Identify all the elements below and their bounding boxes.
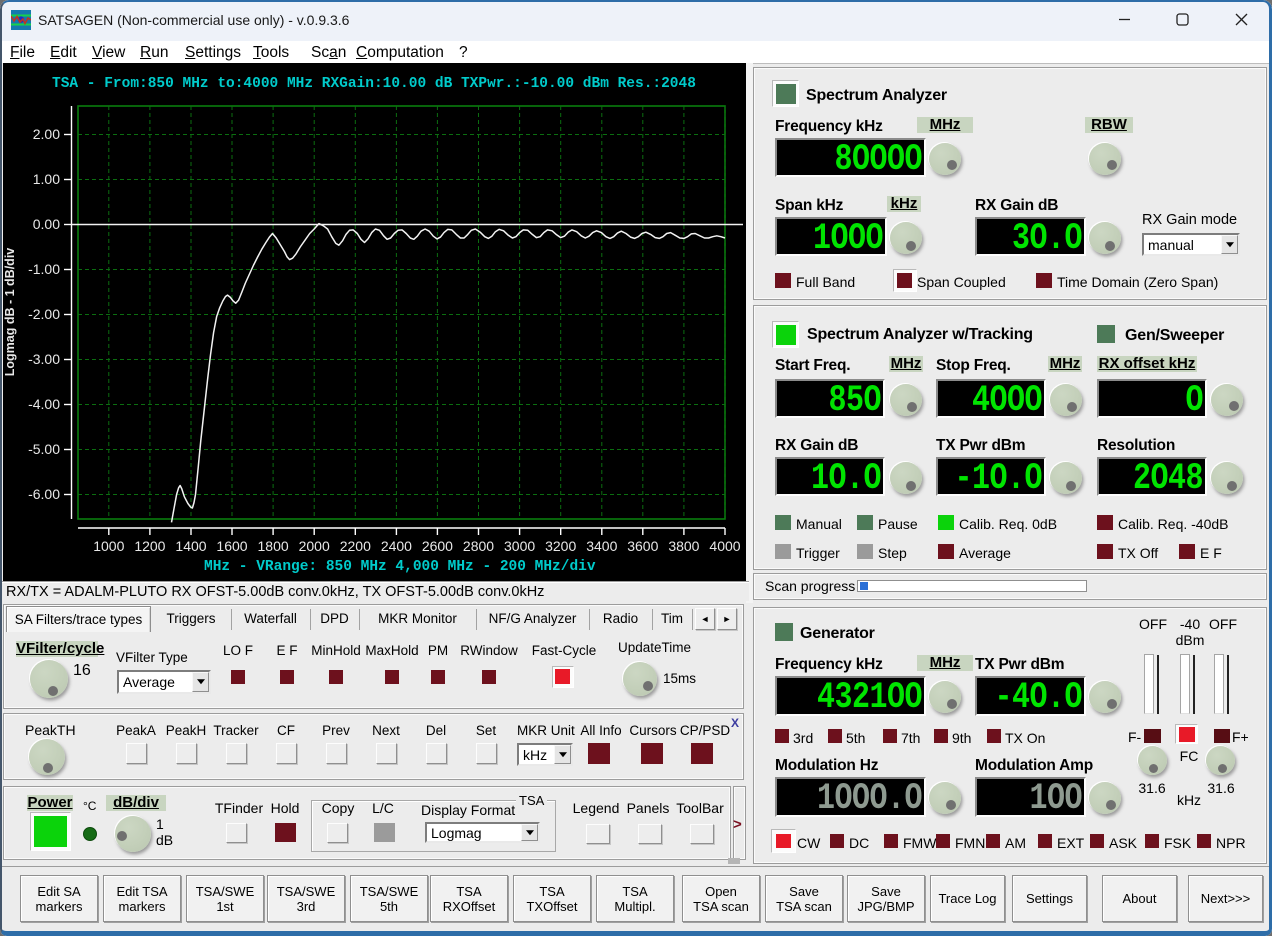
svg-text:0.00: 0.00: [33, 216, 60, 232]
svg-text:4000: 4000: [709, 538, 740, 554]
svg-text:2.00: 2.00: [33, 126, 60, 142]
svg-text:MHz - VRange: 850 MHz 4,000 MH: MHz - VRange: 850 MHz 4,000 MHz - 200 MH…: [204, 559, 596, 575]
svg-text:2600: 2600: [422, 538, 453, 554]
svg-text:TSA - From:850 MHz to:4000 MHz: TSA - From:850 MHz to:4000 MHz RXGain:10…: [52, 76, 696, 92]
svg-text:1400: 1400: [175, 538, 206, 554]
svg-text:2200: 2200: [340, 538, 371, 554]
svg-text:1.00: 1.00: [33, 171, 60, 187]
svg-text:1600: 1600: [216, 538, 247, 554]
svg-text:-2.00: -2.00: [28, 306, 60, 322]
svg-text:3200: 3200: [545, 538, 576, 554]
svg-text:-5.00: -5.00: [28, 441, 60, 457]
svg-text:3000: 3000: [504, 538, 535, 554]
svg-text:3800: 3800: [668, 538, 699, 554]
svg-text:3600: 3600: [627, 538, 658, 554]
svg-text:-6.00: -6.00: [28, 486, 60, 502]
svg-text:1200: 1200: [134, 538, 165, 554]
svg-text:Logmag dB - 1 dB/div: Logmag dB - 1 dB/div: [3, 248, 17, 377]
svg-text:2400: 2400: [381, 538, 412, 554]
svg-text:1000: 1000: [93, 538, 124, 554]
svg-text:-4.00: -4.00: [28, 396, 60, 412]
svg-text:2800: 2800: [463, 538, 494, 554]
svg-text:2000: 2000: [299, 538, 330, 554]
svg-text:1800: 1800: [258, 538, 289, 554]
svg-text:-3.00: -3.00: [28, 351, 60, 367]
svg-text:3400: 3400: [586, 538, 617, 554]
svg-text:-1.00: -1.00: [28, 261, 60, 277]
